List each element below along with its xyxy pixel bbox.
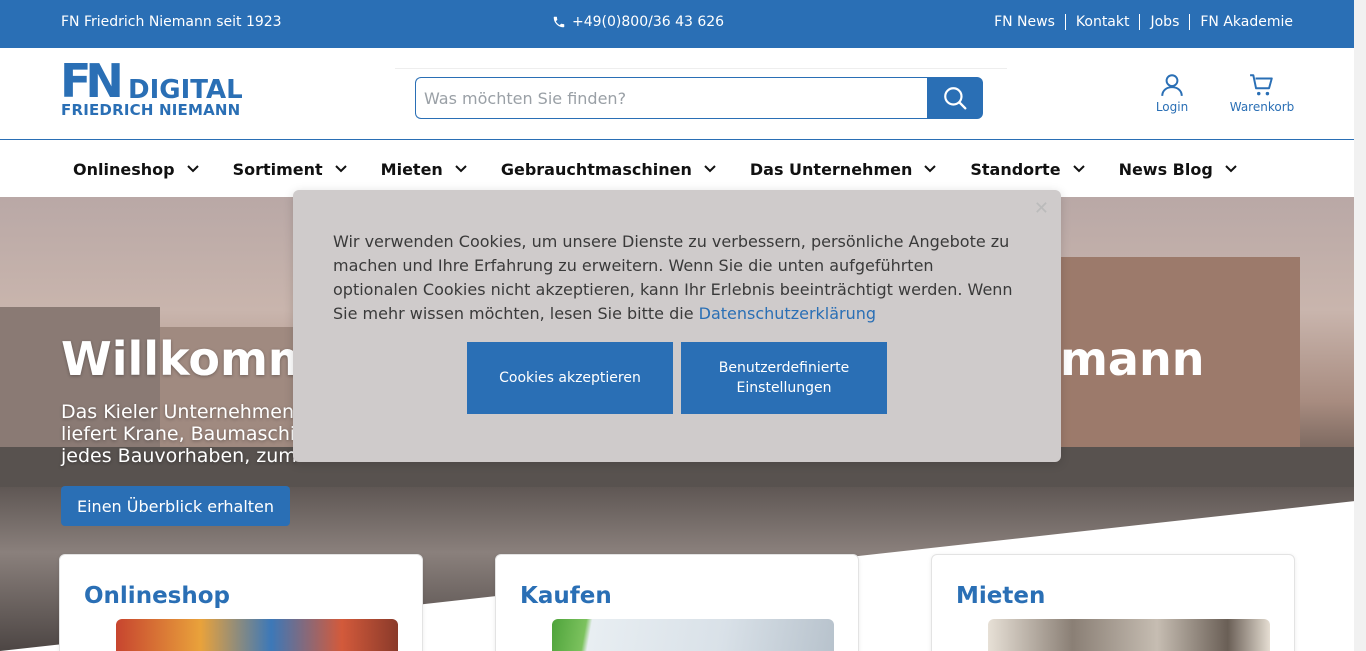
card-title: Onlineshop bbox=[84, 583, 230, 609]
phone-number: +49(0)800/36 43 626 bbox=[572, 14, 725, 30]
nav-item-sortiment[interactable]: Sortiment bbox=[233, 160, 347, 179]
search-icon bbox=[944, 87, 967, 110]
top-link-jobs[interactable]: Jobs bbox=[1139, 14, 1189, 30]
nav-label: Sortiment bbox=[232, 159, 323, 179]
logo-fn: FN bbox=[60, 54, 124, 108]
login-button[interactable]: Login bbox=[1150, 72, 1194, 114]
chevron-down-icon bbox=[704, 165, 716, 173]
login-label: Login bbox=[1155, 100, 1189, 114]
card-mieten[interactable]: Mieten bbox=[931, 554, 1295, 651]
nav-label: Das Unternehmen bbox=[749, 159, 913, 179]
user-icon bbox=[1161, 74, 1183, 96]
logo-name: FRIEDRICH NIEMANN bbox=[61, 101, 241, 119]
site-logo[interactable]: FN DIGITAL FRIEDRICH NIEMANN bbox=[60, 54, 250, 121]
card-image bbox=[988, 619, 1270, 651]
card-onlineshop[interactable]: Onlineshop bbox=[59, 554, 423, 651]
hero-title-end: mann bbox=[1060, 332, 1205, 386]
phone-icon bbox=[553, 16, 565, 28]
privacy-link[interactable]: Datenschutzerklärung bbox=[699, 304, 876, 323]
cart-label: Warenkorb bbox=[1229, 100, 1295, 114]
cookie-message: Wir verwenden Cookies, um unsere Dienste… bbox=[333, 232, 1013, 323]
top-bar: FN Friedrich Niemann seit 1923 +49(0)800… bbox=[0, 0, 1354, 48]
close-icon[interactable]: ✕ bbox=[1034, 198, 1049, 219]
card-image bbox=[552, 619, 834, 651]
chevron-down-icon bbox=[334, 165, 347, 173]
search-button[interactable] bbox=[927, 77, 983, 119]
nav-item-standorte[interactable]: Standorte bbox=[970, 159, 1085, 179]
card-title: Mieten bbox=[956, 583, 1046, 609]
top-link-akademie[interactable]: FN Akademie bbox=[1189, 14, 1293, 30]
search-divider bbox=[395, 68, 1007, 69]
nav-item-mieten[interactable]: Mieten bbox=[381, 160, 467, 179]
card-image bbox=[116, 619, 398, 651]
top-links: FN News Kontakt Jobs FN Akademie bbox=[984, 14, 1293, 30]
nav-item-unternehmen[interactable]: Das Unternehmen bbox=[750, 160, 937, 179]
top-link-news[interactable]: FN News bbox=[984, 14, 1065, 30]
cookie-text: Wir verwenden Cookies, um unsere Dienste… bbox=[333, 230, 1023, 326]
nav-label: Onlineshop bbox=[73, 159, 175, 179]
cookie-dialog: ✕ Wir verwenden Cookies, um unsere Diens… bbox=[293, 190, 1061, 462]
cart-icon bbox=[1250, 74, 1273, 96]
nav-label: Standorte bbox=[970, 159, 1061, 179]
top-link-kontakt[interactable]: Kontakt bbox=[1064, 14, 1140, 30]
chevron-down-icon bbox=[1225, 165, 1237, 173]
nav-label: News Blog bbox=[1118, 159, 1213, 179]
search-input[interactable] bbox=[415, 77, 927, 119]
search-bar bbox=[415, 77, 983, 119]
accept-cookies-button[interactable]: Cookies akzeptieren bbox=[467, 342, 673, 414]
site-header: FN DIGITAL FRIEDRICH NIEMANN Login Waren… bbox=[0, 48, 1354, 140]
nav-item-onlineshop[interactable]: Onlineshop bbox=[73, 160, 199, 179]
overview-button[interactable]: Einen Überblick erhalten bbox=[61, 486, 291, 526]
chevron-down-icon bbox=[186, 165, 199, 173]
nav-label: Mieten bbox=[380, 159, 443, 179]
nav-item-newsblog[interactable]: News Blog bbox=[1119, 160, 1237, 179]
card-title: Kaufen bbox=[520, 583, 612, 609]
card-kaufen[interactable]: Kaufen bbox=[495, 554, 859, 651]
chevron-down-icon bbox=[924, 165, 937, 173]
chevron-down-icon bbox=[1072, 165, 1085, 173]
tagline: FN Friedrich Niemann seit 1923 bbox=[61, 14, 282, 30]
cart-button[interactable]: Warenkorb bbox=[1226, 72, 1298, 114]
logo-digital: DIGITAL bbox=[128, 75, 243, 105]
nav-label: Gebrauchtmaschinen bbox=[500, 159, 692, 179]
phone-link[interactable]: +49(0)800/36 43 626 bbox=[552, 14, 724, 30]
custom-settings-button[interactable]: Benutzerdefinierte Einstellungen bbox=[681, 342, 887, 414]
page-scrollbar[interactable] bbox=[1354, 0, 1366, 651]
main-nav: Onlineshop Sortiment Mieten Gebrauchtmas… bbox=[0, 141, 1354, 197]
nav-item-gebrauchtmaschinen[interactable]: Gebrauchtmaschinen bbox=[501, 160, 716, 179]
chevron-down-icon bbox=[455, 165, 467, 173]
